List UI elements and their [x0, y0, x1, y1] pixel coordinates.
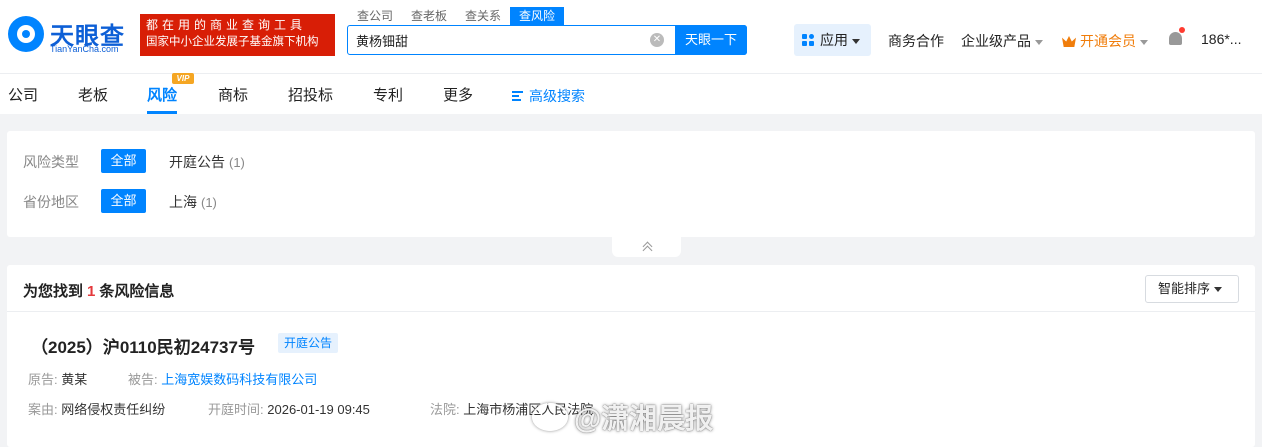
logo-domain: TianYanCha.com	[50, 44, 119, 54]
court-label: 法院:	[430, 402, 460, 417]
chevron-up-icon	[641, 241, 653, 253]
plaintiff-field: 原告: 黄某	[28, 369, 87, 388]
nav-tab-risk[interactable]: 风险	[147, 84, 177, 105]
eye-logo-icon	[8, 16, 44, 52]
hearing-time-label: 开庭时间:	[208, 402, 264, 417]
filter-chip-all[interactable]: 全部	[101, 189, 146, 213]
sort-dropdown[interactable]: 智能排序	[1145, 275, 1239, 303]
slogan-line-1: 都在用的商业查询工具	[146, 18, 307, 32]
search-tab-relation[interactable]: 查关系	[456, 7, 510, 25]
weibo-logo-icon	[532, 403, 568, 431]
results-summary: 为您找到 1 条风险信息	[23, 280, 174, 301]
active-tab-indicator	[147, 111, 177, 114]
nav-tab-bidding[interactable]: 招投标	[288, 84, 333, 105]
cause-field: 案由: 网络侵权责任纠纷	[28, 399, 165, 418]
search-tab-boss[interactable]: 查老板	[402, 7, 456, 25]
filter-option-count: (1)	[229, 155, 245, 170]
search-type-tabs: 查公司 查老板 查关系 查风险	[348, 7, 565, 25]
filter-search-icon	[512, 90, 525, 102]
slogan-line-2: 国家中小企业发展子基金旗下机构	[146, 36, 319, 48]
filter-panel: 风险类型 全部 开庭公告 (1) 省份地区 全部 上海 (1)	[7, 131, 1255, 237]
sort-label: 智能排序	[1158, 281, 1211, 296]
vip-dropdown[interactable]: 开通会员	[1062, 31, 1148, 51]
filter-option-count: (1)	[201, 195, 217, 210]
filter-option-court-notice[interactable]: 开庭公告 (1)	[169, 152, 245, 172]
results-count: 1	[87, 283, 96, 300]
filter-label: 省份地区	[23, 194, 79, 210]
filter-option-shanghai[interactable]: 上海 (1)	[169, 192, 217, 212]
defendant-label: 被告:	[128, 372, 158, 387]
chevron-down-icon	[1140, 39, 1148, 45]
hearing-time-value: 2026-01-19 09:45	[267, 402, 370, 417]
vip-label: 开通会员	[1080, 33, 1136, 49]
plaintiff-value: 黄某	[61, 372, 88, 387]
search-box: ✕ 天眼一下	[347, 25, 747, 55]
search-input[interactable]	[356, 31, 646, 49]
weibo-watermark: @潇湘晨报	[532, 397, 713, 437]
chevron-down-icon	[1214, 287, 1223, 293]
case-number-title[interactable]: （2025）沪0110民初24737号	[31, 333, 255, 358]
results-title-suffix: 条风险信息	[99, 283, 175, 300]
case-type-badge: 开庭公告	[278, 333, 339, 353]
advanced-search-link[interactable]: 高级搜索	[512, 86, 585, 106]
nav-tab-trademark[interactable]: 商标	[218, 84, 248, 105]
cause-label: 案由:	[28, 402, 58, 417]
nav-tab-more[interactable]: 更多	[443, 84, 473, 105]
nav-tab-patent[interactable]: 专利	[373, 84, 403, 105]
vip-badge: VIP	[172, 73, 194, 84]
collapse-filters-button[interactable]	[612, 237, 681, 257]
enterprise-products-dropdown[interactable]: 企业级产品	[961, 31, 1043, 51]
clear-icon[interactable]: ✕	[650, 33, 664, 47]
search-button[interactable]: 天眼一下	[675, 25, 747, 55]
filter-option-label: 上海	[169, 194, 197, 210]
defendant-field: 被告: 上海宽娱数码科技有限公司	[128, 369, 317, 388]
notification-bell-icon[interactable]	[1168, 27, 1185, 47]
user-account-menu[interactable]: 186*...	[1201, 31, 1241, 47]
category-nav: 公司 老板 风险 VIP 商标 招投标 专利 更多 高级搜索	[0, 73, 1262, 114]
search-tab-risk[interactable]: 查风险	[510, 7, 565, 25]
apps-label: 应用	[820, 32, 848, 48]
hearing-time-field: 开庭时间: 2026-01-19 09:45	[208, 399, 370, 418]
results-title-prefix: 为您找到	[23, 283, 84, 300]
top-header: 天眼查 TianYanCha.com 都在用的商业查询工具 国家中小企业发展子基…	[0, 0, 1262, 73]
grid-icon	[802, 34, 815, 47]
watermark-text: @潇湘晨报	[574, 403, 714, 434]
search-tab-company[interactable]: 查公司	[348, 7, 402, 25]
filter-label: 风险类型	[23, 154, 79, 170]
slogan-banner: 都在用的商业查询工具 国家中小企业发展子基金旗下机构	[140, 14, 335, 56]
business-link[interactable]: 商务合作	[888, 31, 944, 51]
results-header: 为您找到 1 条风险信息 智能排序	[7, 265, 1255, 312]
site-logo[interactable]: 天眼查 TianYanCha.com	[8, 14, 136, 58]
enterprise-label: 企业级产品	[961, 33, 1031, 49]
defendant-link[interactable]: 上海宽娱数码科技有限公司	[161, 372, 317, 387]
plaintiff-label: 原告:	[28, 372, 58, 387]
advanced-search-label: 高级搜索	[529, 88, 585, 104]
notification-dot	[1179, 27, 1185, 33]
cause-value: 网络侵权责任纠纷	[61, 402, 166, 417]
filter-option-label: 开庭公告	[169, 154, 225, 170]
chevron-down-icon	[852, 38, 860, 44]
chevron-down-icon	[1035, 39, 1043, 45]
filter-chip-all[interactable]: 全部	[101, 149, 146, 173]
nav-tab-company[interactable]: 公司	[8, 84, 38, 105]
apps-dropdown[interactable]: 应用	[794, 24, 871, 56]
crown-icon	[1062, 36, 1076, 47]
nav-tab-boss[interactable]: 老板	[78, 84, 108, 105]
